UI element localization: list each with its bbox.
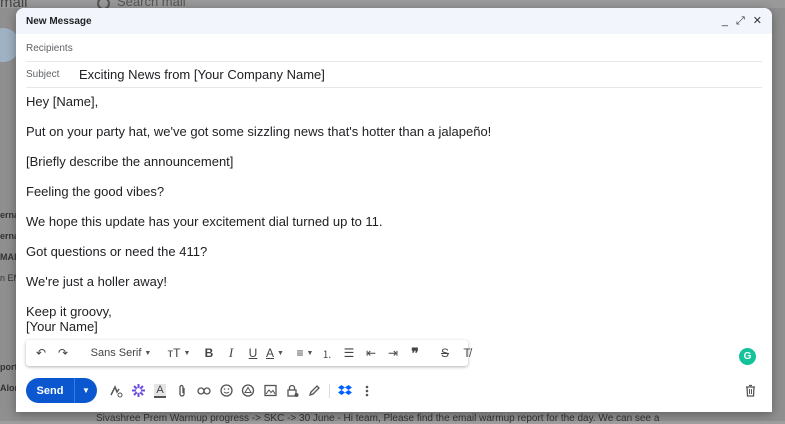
schedule-send-chevron-icon[interactable]: ▼ — [74, 378, 97, 403]
attach-icon[interactable] — [171, 380, 193, 402]
clear-formatting-icon[interactable]: T̸ — [456, 343, 478, 363]
align-icon: ≡ — [296, 346, 304, 360]
close-icon[interactable]: ✕ — [753, 15, 762, 27]
body-line: Feeling the good vibes? — [26, 184, 165, 199]
text-color-select[interactable]: A ▼ — [264, 343, 286, 363]
chevron-down-icon: ▼ — [183, 349, 191, 357]
text-color-icon: A — [266, 346, 275, 360]
grammarly-icon[interactable]: G — [739, 348, 756, 365]
quote-icon[interactable]: ❞ — [404, 343, 426, 363]
chevron-down-icon: ▼ — [144, 349, 152, 357]
pen-icon[interactable] — [303, 380, 325, 402]
more-options-icon[interactable] — [356, 380, 378, 402]
recipients-placeholder: Recipients — [26, 42, 73, 54]
send-button-group: Send ▼ — [26, 378, 97, 403]
email-row[interactable]: Sivashree Prem Warmup progress -> SKC ->… — [96, 413, 659, 424]
body-line: Got questions or need the 411? — [26, 244, 208, 259]
body-line: We're just a holler away! — [26, 274, 167, 289]
compose-bottom-bar: Send ▼ A — [26, 378, 762, 403]
undo-icon[interactable]: ↶ — [30, 343, 52, 363]
signature-line: [Your Name] — [26, 319, 98, 334]
body-line: Hey [Name], — [26, 94, 99, 109]
underline-button[interactable]: U — [242, 343, 264, 363]
recipients-field[interactable]: Recipients — [26, 35, 762, 62]
compose-header[interactable]: New Message _ ⤢ ✕ — [16, 8, 772, 34]
dropbox-icon[interactable] — [334, 380, 356, 402]
text-format-icon: A — [154, 383, 166, 398]
toolbar-divider — [329, 383, 330, 398]
photo-icon[interactable] — [259, 380, 281, 402]
subject-label: Subject — [26, 68, 60, 80]
font-family-label: Sans Serif — [90, 347, 142, 359]
bulleted-list-icon[interactable]: ☰ — [338, 343, 360, 363]
italic-button[interactable]: I — [220, 343, 242, 363]
body-line: [Briefly describe the announcement] — [26, 154, 234, 169]
body-line: We hope this update has your excitement … — [26, 214, 383, 229]
drive-icon[interactable] — [237, 380, 259, 402]
strikethrough-icon[interactable]: S — [434, 343, 456, 363]
link-icon[interactable] — [193, 380, 215, 402]
subject-row: Subject — [26, 61, 762, 88]
signature-tool-icon[interactable] — [105, 380, 127, 402]
trash-icon[interactable] — [740, 380, 760, 400]
numbered-list-icon[interactable]: ⒈ — [316, 343, 338, 363]
font-family-select[interactable]: Sans Serif ▼ — [82, 343, 160, 363]
chevron-down-icon: ▼ — [277, 349, 284, 357]
indent-more-icon[interactable]: ⇥ — [382, 343, 404, 363]
sparkle-icon[interactable] — [127, 380, 149, 402]
formatting-toolbar: ↶ ↷ Sans Serif ▼ тT ▼ B I U A ▼ ≡ ▼ ⒈ ☰ … — [26, 340, 471, 366]
bold-button[interactable]: B — [198, 343, 220, 363]
compose-title: New Message — [26, 15, 92, 27]
compose-window: New Message _ ⤢ ✕ Recipients Subject Hey… — [16, 8, 772, 412]
compose-tools: A — [105, 380, 378, 402]
subject-input[interactable] — [79, 66, 679, 82]
sidebar-label[interactable]: port — [0, 362, 18, 372]
signature-line: Keep it groovy, — [26, 304, 112, 319]
align-select[interactable]: ≡ ▼ — [294, 343, 316, 363]
chevron-down-icon: ▼ — [306, 349, 314, 357]
message-body[interactable]: Hey [Name], Put on your party hat, we've… — [26, 94, 726, 334]
font-size-select[interactable]: тT ▼ — [167, 343, 191, 363]
indent-less-icon[interactable]: ⇤ — [360, 343, 382, 363]
redo-icon[interactable]: ↷ — [52, 343, 74, 363]
formatting-options-icon[interactable]: A — [149, 380, 171, 402]
emoji-icon[interactable] — [215, 380, 237, 402]
expand-icon[interactable]: ⤢ — [736, 15, 745, 27]
send-button[interactable]: Send — [26, 378, 74, 403]
body-line: Put on your party hat, we've got some si… — [26, 124, 492, 139]
text-size-icon: тT — [167, 346, 181, 360]
confidential-mode-icon[interactable] — [281, 380, 303, 402]
minimize-icon[interactable]: _ — [722, 15, 728, 27]
